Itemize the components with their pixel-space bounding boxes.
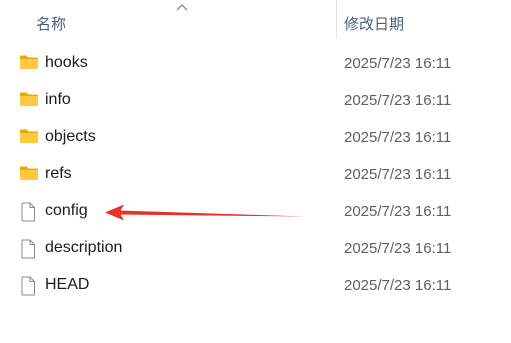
- file-row-description[interactable]: description 2025/7/23 16:11: [0, 230, 511, 267]
- file-date: 2025/7/23 16:11: [344, 240, 452, 257]
- column-header-bar: 名称 修改日期: [0, 0, 511, 42]
- folder-icon: [20, 129, 38, 143]
- file-date: 2025/7/23 16:11: [344, 55, 452, 72]
- column-divider[interactable]: [336, 0, 337, 38]
- file-row-config[interactable]: config 2025/7/23 16:11: [0, 193, 511, 230]
- chevron-up-icon[interactable]: [176, 3, 188, 11]
- folder-icon: [20, 92, 38, 106]
- file-row-hooks[interactable]: hooks 2025/7/23 16:11: [0, 45, 511, 82]
- file-date: 2025/7/23 16:11: [344, 203, 452, 220]
- file-name: config: [45, 202, 88, 219]
- file-date: 2025/7/23 16:11: [344, 129, 452, 146]
- file-name: refs: [45, 165, 72, 182]
- file-name: hooks: [45, 54, 88, 71]
- file-date: 2025/7/23 16:11: [344, 92, 452, 109]
- column-header-name[interactable]: 名称: [36, 13, 66, 34]
- file-date: 2025/7/23 16:11: [344, 166, 452, 183]
- file-icon: [21, 239, 35, 259]
- file-row-head[interactable]: HEAD 2025/7/23 16:11: [0, 267, 511, 304]
- file-name: HEAD: [45, 276, 90, 293]
- file-row-info[interactable]: info 2025/7/23 16:11: [0, 82, 511, 119]
- file-row-objects[interactable]: objects 2025/7/23 16:11: [0, 119, 511, 156]
- file-icon: [21, 276, 35, 296]
- file-row-refs[interactable]: refs 2025/7/23 16:11: [0, 156, 511, 193]
- file-name: description: [45, 239, 123, 256]
- folder-icon: [20, 166, 38, 180]
- file-date: 2025/7/23 16:11: [344, 277, 452, 294]
- file-name: info: [45, 91, 71, 108]
- folder-icon: [20, 55, 38, 69]
- column-header-date-modified[interactable]: 修改日期: [344, 13, 404, 34]
- file-icon: [21, 202, 35, 222]
- file-name: objects: [45, 128, 96, 145]
